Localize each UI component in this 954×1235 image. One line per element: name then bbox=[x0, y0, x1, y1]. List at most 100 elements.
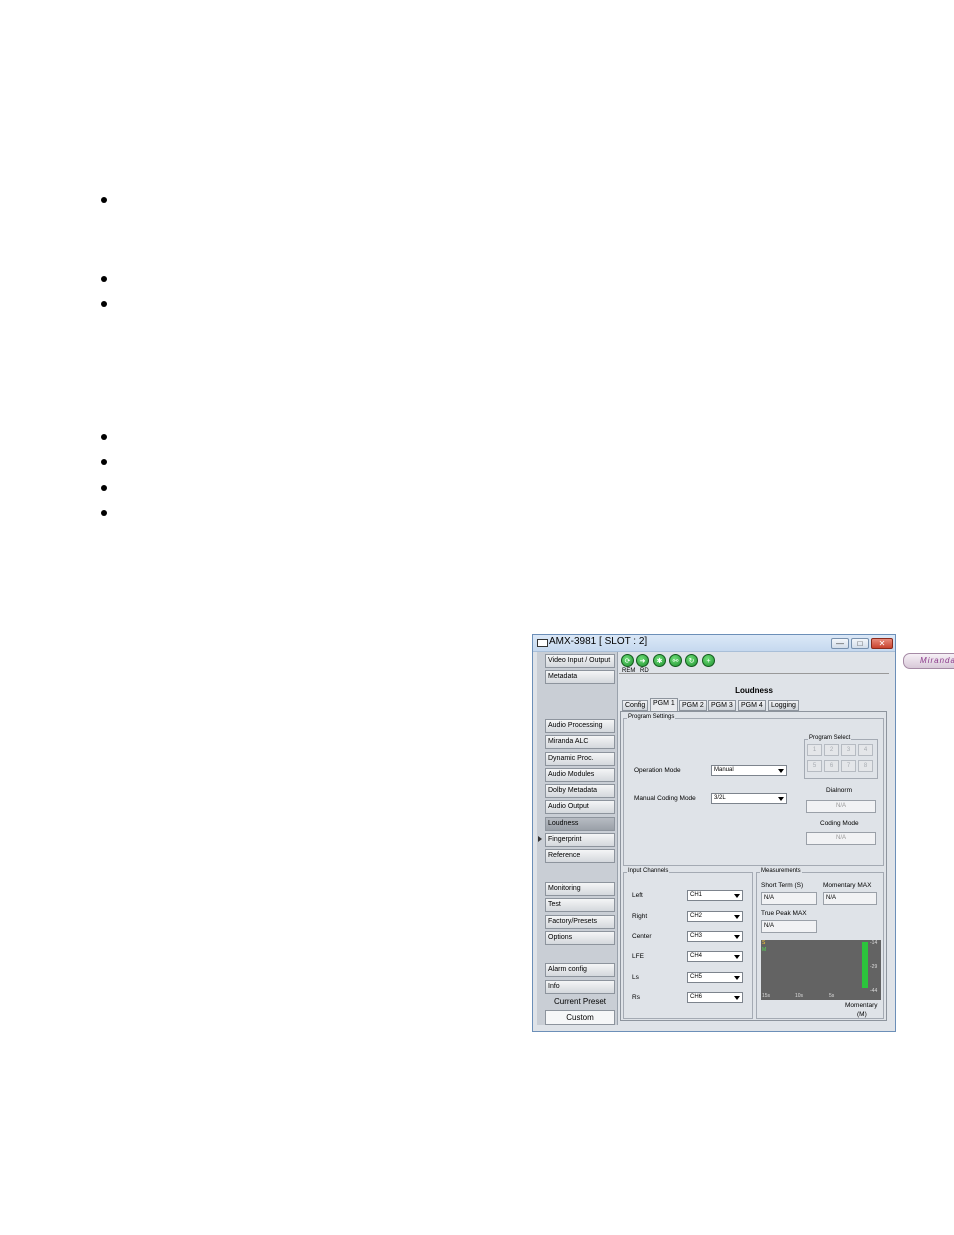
manual-coding-mode-label: Manual Coding Mode bbox=[634, 795, 696, 802]
channel-value: CH6 bbox=[690, 994, 703, 1000]
chevron-down-icon bbox=[778, 797, 784, 801]
operation-mode-label: Operation Mode bbox=[634, 767, 681, 774]
bullet-marker bbox=[101, 301, 107, 307]
program-button-8[interactable]: 8 bbox=[858, 760, 873, 772]
dialnorm-label: Dialnorm bbox=[826, 787, 853, 794]
graph-y-tick: -29 bbox=[870, 964, 878, 970]
tab-pgm1[interactable]: PGM 1 bbox=[650, 698, 678, 711]
network-icon[interactable]: ⚯ bbox=[669, 654, 682, 667]
channel-value: CH5 bbox=[690, 974, 703, 980]
channel-value: CH4 bbox=[690, 953, 703, 959]
program-select-group: Program Select 1 2 3 4 5 6 7 8 bbox=[804, 735, 878, 779]
program-button-4[interactable]: 4 bbox=[858, 744, 873, 756]
channel-value: CH1 bbox=[690, 892, 703, 898]
program-settings-group: Program Settings Operation Mode Manual M… bbox=[623, 714, 884, 866]
maximize-button[interactable]: □ bbox=[851, 638, 869, 649]
channel-label-center: Center bbox=[632, 933, 652, 940]
graph-x-tick: 15s bbox=[762, 993, 771, 999]
bullet-marker bbox=[101, 510, 107, 516]
program-button-7[interactable]: 7 bbox=[841, 760, 856, 772]
sidebar-item-factory-presets[interactable]: Factory/Presets bbox=[545, 915, 615, 929]
true-peak-field: N/A bbox=[761, 920, 817, 933]
close-button[interactable]: ✕ bbox=[871, 638, 893, 649]
title-bar[interactable]: AMX-3981 [ SLOT : 2] — □ ✕ bbox=[533, 635, 895, 652]
bullet-marker bbox=[101, 434, 107, 440]
channel-select-lfe[interactable]: CH4 bbox=[687, 951, 743, 962]
channel-label-lfe: LFE bbox=[632, 953, 644, 960]
sidebar-item-audio-processing[interactable]: Audio Processing bbox=[545, 719, 615, 733]
graph-y-tick: -44 bbox=[870, 988, 878, 994]
coding-mode-field: N/A bbox=[806, 832, 876, 845]
program-button-6[interactable]: 6 bbox=[824, 760, 839, 772]
channel-select-center[interactable]: CH3 bbox=[687, 931, 743, 942]
sidebar-item-info[interactable]: Info bbox=[545, 980, 615, 994]
minimize-button[interactable]: — bbox=[831, 638, 849, 649]
dialnorm-field: N/A bbox=[806, 800, 876, 813]
miranda-logo: Miranda bbox=[903, 653, 954, 669]
window-icon bbox=[537, 639, 548, 647]
bullet-marker bbox=[101, 459, 107, 465]
manual-coding-mode-select[interactable]: 3/2L bbox=[711, 793, 787, 804]
tab-pgm4[interactable]: PGM 4 bbox=[738, 700, 766, 711]
measurements-title: Measurements bbox=[760, 868, 802, 874]
tab-config[interactable]: Config bbox=[622, 700, 649, 711]
channel-select-ls[interactable]: CH5 bbox=[687, 972, 743, 983]
tab-pgm3[interactable]: PGM 3 bbox=[708, 700, 736, 711]
bullet-marker bbox=[101, 276, 107, 282]
sidebar-item-audio-modules[interactable]: Audio Modules bbox=[545, 768, 615, 782]
chevron-down-icon bbox=[734, 976, 740, 980]
manual-coding-mode-value: 3/2L bbox=[714, 795, 726, 801]
graph-x-tick: 5s bbox=[829, 993, 835, 999]
channel-select-right[interactable]: CH2 bbox=[687, 911, 743, 922]
short-term-field: N/A bbox=[761, 892, 817, 905]
program-button-2[interactable]: 2 bbox=[824, 744, 839, 756]
tab-logging[interactable]: Logging bbox=[768, 700, 799, 711]
channel-label-right: Right bbox=[632, 913, 648, 920]
graph-x-tick: 10s bbox=[795, 993, 804, 999]
sidebar-item-dynamic-proc[interactable]: Dynamic Proc. bbox=[545, 752, 615, 766]
program-select-title: Program Select bbox=[808, 735, 852, 741]
add-icon[interactable]: + bbox=[702, 654, 715, 667]
sidebar-item-dolby-metadata[interactable]: Dolby Metadata bbox=[545, 784, 615, 798]
sidebar-item-test[interactable]: Test bbox=[545, 898, 615, 912]
chevron-down-icon bbox=[734, 935, 740, 939]
status-icon[interactable]: ⟳ bbox=[621, 654, 634, 667]
program-button-3[interactable]: 3 bbox=[841, 744, 856, 756]
coding-mode-label: Coding Mode bbox=[820, 820, 859, 827]
sidebar-item-video-input-output[interactable]: Video Input / Output bbox=[545, 654, 615, 668]
channel-select-left[interactable]: CH1 bbox=[687, 890, 743, 901]
sidebar-item-loudness[interactable]: Loudness bbox=[545, 817, 615, 831]
sidebar-item-monitoring[interactable]: Monitoring bbox=[545, 882, 615, 896]
toolbar-divider bbox=[619, 673, 889, 674]
sidebar: Video Input / Output Metadata Audio Proc… bbox=[537, 652, 618, 1025]
arrow-right-icon[interactable]: ➜ bbox=[636, 654, 649, 667]
refresh-icon[interactable]: ↻ bbox=[685, 654, 698, 667]
sidebar-item-options[interactable]: Options bbox=[545, 931, 615, 945]
bullet-marker bbox=[101, 197, 107, 203]
sidebar-item-miranda-alc[interactable]: Miranda ALC bbox=[545, 735, 615, 749]
current-preset-value: Custom bbox=[545, 1010, 615, 1025]
operation-mode-value: Manual bbox=[714, 767, 734, 773]
chevron-down-icon bbox=[778, 769, 784, 773]
program-button-5[interactable]: 5 bbox=[807, 760, 822, 772]
channel-label-left: Left bbox=[632, 892, 643, 899]
operation-mode-select[interactable]: Manual bbox=[711, 765, 787, 776]
level-meter-bar bbox=[862, 942, 868, 988]
chevron-down-icon bbox=[734, 955, 740, 959]
channel-select-rs[interactable]: CH6 bbox=[687, 992, 743, 1003]
gear-icon[interactable]: ✱ bbox=[653, 654, 666, 667]
sidebar-item-metadata[interactable]: Metadata bbox=[545, 670, 615, 684]
chevron-down-icon bbox=[734, 894, 740, 898]
bullet-marker bbox=[101, 485, 107, 491]
sidebar-item-audio-output[interactable]: Audio Output bbox=[545, 800, 615, 814]
sidebar-item-alarm-config[interactable]: Alarm config bbox=[545, 963, 615, 977]
tab-panel: Program Settings Operation Mode Manual M… bbox=[620, 711, 887, 1021]
app-window: AMX-3981 [ SLOT : 2] — □ ✕ Video Input /… bbox=[532, 634, 954, 1032]
tab-pgm2[interactable]: PGM 2 bbox=[679, 700, 707, 711]
graph-legend-s: S bbox=[762, 940, 766, 946]
sidebar-item-fingerprint[interactable]: Fingerprint bbox=[545, 833, 615, 847]
loudness-graph: S M -14 -29 -44 15s 10s 5s bbox=[761, 940, 881, 1000]
program-button-1[interactable]: 1 bbox=[807, 744, 822, 756]
sidebar-item-reference[interactable]: Reference bbox=[545, 849, 615, 863]
momentary-max-field: N/A bbox=[823, 892, 877, 905]
